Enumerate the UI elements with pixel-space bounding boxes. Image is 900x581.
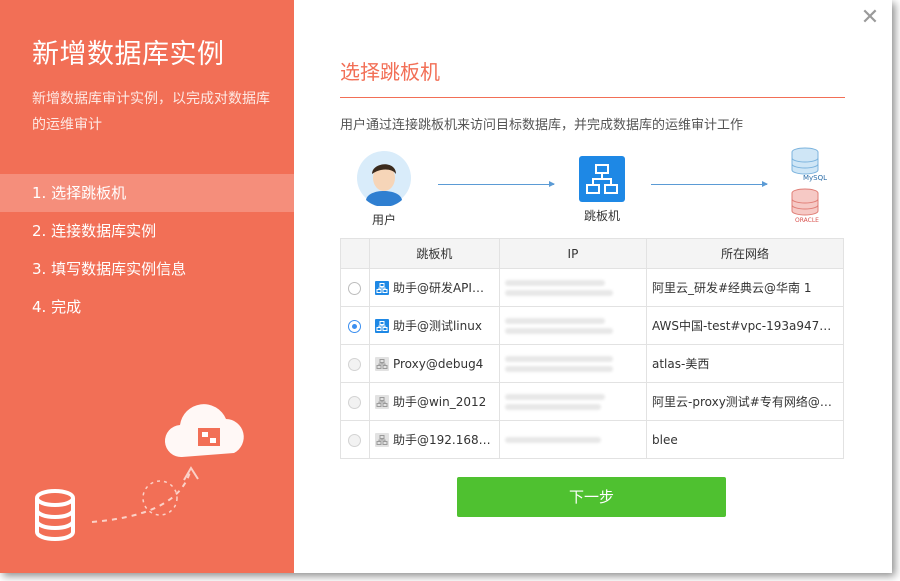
network-cell: 阿里云_研发#经典云@华南 1	[652, 281, 812, 295]
header-ip: IP	[498, 238, 648, 269]
step-fill-db-info[interactable]: 3. 填写数据库实例信息	[0, 250, 294, 288]
database-cloud-illustration	[35, 404, 244, 541]
next-step-button[interactable]: 下一步	[457, 477, 726, 517]
dialog-description: 新增数据库审计实例，以完成对数据库的运维审计	[32, 91, 270, 133]
row-radio[interactable]	[348, 433, 362, 447]
table-header-row: 跳板机 IP 所在网络	[340, 238, 844, 269]
table-row[interactable]: 助手@测试linux AWS中国-test#vpc-193a947d@...	[340, 306, 844, 345]
flow-jump-label: 跳板机	[583, 209, 620, 223]
jump-server-name: Proxy@debug4	[392, 356, 484, 371]
jump-server-name: 助手@研发API服...	[392, 281, 493, 295]
database-icon	[35, 489, 75, 541]
svg-text:MySQL: MySQL	[803, 174, 827, 182]
flow-user-label: 用户	[371, 213, 396, 227]
header-network: 所在网络	[646, 238, 844, 269]
jump-server-offline-icon	[374, 356, 389, 371]
close-icon[interactable]: ✕	[858, 6, 882, 30]
ip-cell-redacted	[498, 268, 648, 307]
arrow-right-icon	[438, 181, 555, 187]
user-avatar-icon	[357, 151, 411, 207]
step-connect-db[interactable]: 2. 连接数据库实例	[0, 212, 294, 250]
connection-flow-diagram: 用户 跳板机 MySQL ORACLE	[340, 147, 845, 230]
step-complete[interactable]: 4. 完成	[0, 288, 294, 326]
section-description: 用户通过连接跳板机来访问目标数据库，并完成数据库的运维审计工作	[340, 118, 744, 133]
dialog-title: 新增数据库实例	[32, 39, 225, 70]
table-row[interactable]: 助手@研发API服... 阿里云_研发#经典云@华南 1	[340, 268, 844, 307]
section-title: 选择跳板机	[340, 60, 440, 84]
ip-cell-redacted	[498, 344, 648, 383]
left-panel: 新增数据库实例 新增数据库审计实例，以完成对数据库的运维审计 1. 选择跳板机 …	[0, 0, 294, 573]
dialog: 新增数据库实例 新增数据库审计实例，以完成对数据库的运维审计 1. 选择跳板机 …	[0, 0, 892, 573]
jump-server-offline-icon	[374, 394, 389, 409]
jump-server-name: 助手@win_2012	[392, 395, 487, 409]
mysql-oracle-icon: MySQL ORACLE	[791, 147, 827, 224]
row-radio[interactable]	[348, 395, 362, 409]
header-jump-server: 跳板机	[368, 238, 500, 269]
row-radio[interactable]	[348, 281, 362, 295]
network-cell: blee	[652, 432, 678, 447]
header-select	[340, 238, 370, 269]
jump-server-name: 助手@测试linux	[392, 319, 482, 333]
jump-server-icon	[374, 318, 389, 333]
ip-cell-redacted	[498, 382, 648, 421]
table-row[interactable]: 助手@win_2012 阿里云-proxy测试#专有网络@华...	[340, 382, 844, 421]
jump-server-offline-icon	[374, 432, 389, 447]
flow-jump-server: 跳板机	[571, 156, 633, 224]
jump-server-table: 跳板机 IP 所在网络 助手@研发API服... 阿里云_研发#经典云@华南 1…	[340, 238, 844, 459]
table-row[interactable]: Proxy@debug4 atlas-美西	[340, 344, 844, 383]
step-select-jump-server[interactable]: 1. 选择跳板机	[0, 174, 294, 212]
row-radio[interactable]	[348, 357, 362, 371]
title-divider	[340, 97, 845, 98]
row-radio-selected[interactable]	[348, 319, 362, 333]
table-row[interactable]: 助手@192.168.5.... blee	[340, 420, 844, 459]
network-cell: 阿里云-proxy测试#专有网络@华...	[652, 395, 838, 409]
jump-server-icon	[579, 156, 625, 202]
network-cell: AWS中国-test#vpc-193a947d@...	[652, 319, 838, 333]
mysql-db-icon: MySQL	[791, 147, 827, 182]
arrow-right-icon	[651, 181, 768, 187]
ip-cell-redacted	[498, 420, 648, 459]
network-cell: atlas-美西	[652, 357, 710, 371]
cloud-icon	[164, 404, 244, 458]
flow-user: 用户	[356, 150, 412, 228]
oracle-db-icon: ORACLE	[791, 188, 819, 224]
flow-databases: MySQL ORACLE	[788, 146, 830, 227]
svg-text:ORACLE: ORACLE	[795, 217, 819, 224]
jump-server-icon	[374, 280, 389, 295]
jump-server-name: 助手@192.168.5....	[392, 433, 493, 447]
step-list: 1. 选择跳板机 2. 连接数据库实例 3. 填写数据库实例信息 4. 完成	[0, 174, 294, 326]
ip-cell-redacted	[498, 306, 648, 345]
